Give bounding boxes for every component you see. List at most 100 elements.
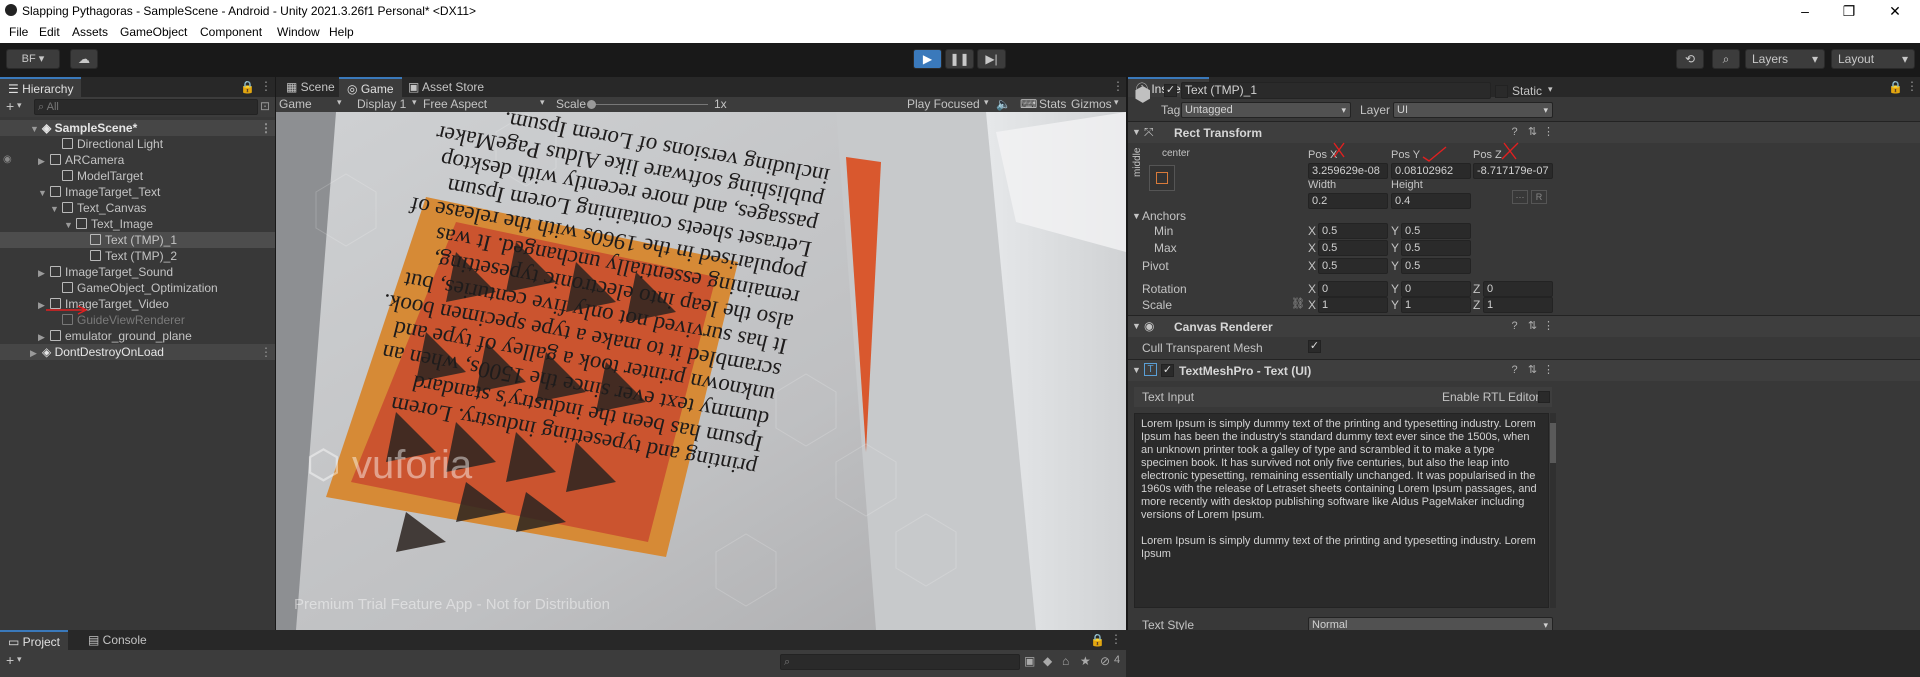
blueprint-mode-button[interactable]: ⋯ <box>1512 190 1528 204</box>
display-dropdown[interactable]: Display 1 <box>357 97 406 111</box>
text-input-area[interactable]: Lorem Ipsum is simply dummy text of the … <box>1134 413 1549 608</box>
minimize-button[interactable]: – <box>1782 0 1828 22</box>
project-search-input[interactable]: ⌕ <box>780 654 1020 670</box>
list-item-disabled[interactable]: GuideViewRenderer <box>0 312 275 328</box>
list-item[interactable]: ▼ Text_Canvas <box>0 200 275 216</box>
filter-label-icon[interactable]: ◆ <box>1043 654 1052 668</box>
lock-icon[interactable]: 🔒 <box>1090 633 1105 647</box>
pause-button[interactable]: ❚❚ <box>945 49 974 69</box>
layers-dropdown[interactable]: Layers ▾ <box>1745 49 1825 69</box>
help-icon[interactable]: ? <box>1508 126 1521 139</box>
scale-x-field[interactable]: 1 <box>1318 297 1388 313</box>
play-button[interactable]: ▶ <box>913 49 942 69</box>
width-field[interactable]: 0.2 <box>1308 193 1388 209</box>
anchor-max-y-field[interactable]: 0.5 <box>1401 240 1471 256</box>
keyboard-icon[interactable]: ⌨ <box>1020 97 1037 111</box>
lock-icon[interactable]: 🔒 <box>240 80 255 94</box>
hierarchy-search-input[interactable]: ⌕ All <box>34 99 258 115</box>
help-icon[interactable]: ? <box>1508 364 1521 377</box>
tab-game[interactable]: ◎ Game <box>339 77 402 97</box>
rotation-z-field[interactable]: 0 <box>1483 281 1553 297</box>
tmp-header[interactable]: ▼ T ✓ TextMeshPro - Text (UI) ? ⇅ ⋮ <box>1128 359 1920 381</box>
menu-gameobject[interactable]: GameObject <box>120 25 187 39</box>
pivot-y-field[interactable]: 0.5 <box>1401 258 1471 274</box>
expand-arrow-icon[interactable]: ▼ <box>30 121 42 137</box>
list-item[interactable]: ◉ ▶ ARCamera <box>0 152 275 168</box>
menu-assets[interactable]: Assets <box>72 25 108 39</box>
layer-dropdown[interactable]: UI ▾ <box>1393 102 1553 118</box>
more-options-icon[interactable]: ⋮ <box>1542 126 1555 139</box>
mute-audio-icon[interactable]: 🔈 <box>996 97 1011 111</box>
menu-component[interactable]: Component <box>200 25 262 39</box>
list-item[interactable]: ▼ Text_Image <box>0 216 275 232</box>
more-options-icon[interactable]: ⋮ <box>1906 79 1918 93</box>
anchor-min-y-field[interactable]: 0.5 <box>1401 223 1471 239</box>
scrollbar-thumb[interactable] <box>1550 423 1556 463</box>
scene-visibility-icon[interactable]: ⊡ <box>260 99 270 113</box>
search-button[interactable]: ⌕ <box>1712 49 1740 69</box>
chevron-down-icon[interactable]: ▾ <box>1548 84 1553 95</box>
history-button[interactable]: ⟲ <box>1676 49 1704 69</box>
link-icon[interactable]: ⛓ <box>1291 297 1305 310</box>
expand-arrow-icon[interactable]: ▶ <box>38 153 50 169</box>
menu-help[interactable]: Help <box>329 25 354 39</box>
scale-y-field[interactable]: 1 <box>1401 297 1471 313</box>
text-input-scrollbar[interactable] <box>1550 413 1556 608</box>
preset-icon[interactable]: ⇅ <box>1526 320 1539 333</box>
account-dropdown[interactable]: BF ▾ <box>6 49 60 69</box>
menu-file[interactable]: File <box>9 25 28 39</box>
rotation-x-field[interactable]: 0 <box>1318 281 1388 297</box>
raw-edit-button[interactable]: R <box>1531 190 1547 204</box>
expand-arrow-icon[interactable]: ▶ <box>38 329 50 345</box>
tab-console[interactable]: ▤ Console <box>80 630 155 650</box>
close-button[interactable]: ✕ <box>1872 0 1918 22</box>
more-options-icon[interactable]: ⋮ <box>1542 320 1555 333</box>
step-button[interactable]: ▶| <box>977 49 1006 69</box>
expand-arrow-icon[interactable]: ▼ <box>1132 127 1141 137</box>
list-item[interactable]: GameObject_Optimization <box>0 280 275 296</box>
chevron-down-icon[interactable]: ▾ <box>17 654 22 665</box>
aspect-dropdown[interactable]: Free Aspect <box>423 97 487 111</box>
scale-slider[interactable] <box>588 104 708 105</box>
more-options-icon[interactable]: ⋮ <box>1110 632 1122 646</box>
expand-arrow-icon[interactable]: ▼ <box>64 217 76 233</box>
expand-arrow-icon[interactable]: ▼ <box>1132 365 1141 375</box>
add-icon[interactable]: + <box>6 98 14 114</box>
scale-slider-handle[interactable] <box>587 100 596 109</box>
rotation-y-field[interactable]: 0 <box>1401 281 1471 297</box>
tag-icon[interactable]: ⌂ <box>1062 654 1069 668</box>
hidden-packages-icon[interactable]: ⊘ <box>1100 654 1110 668</box>
list-item[interactable]: ▶ ImageTarget_Video <box>0 296 275 312</box>
lock-icon[interactable]: 🔒 <box>1888 80 1903 94</box>
cloud-button[interactable]: ☁ <box>70 49 98 69</box>
game-mode-dropdown[interactable]: Game <box>279 97 312 111</box>
tab-project[interactable]: ▭ Project <box>0 630 69 650</box>
scale-z-field[interactable]: 1 <box>1483 297 1553 313</box>
preset-icon[interactable]: ⇅ <box>1526 364 1539 377</box>
more-options-icon[interactable]: ⋮ <box>260 120 272 136</box>
anchor-max-x-field[interactable]: 0.5 <box>1318 240 1388 256</box>
favorite-icon[interactable]: ★ <box>1080 654 1091 668</box>
tab-hierarchy[interactable]: ☰ Hierarchy <box>0 77 82 97</box>
gizmos-button[interactable]: Gizmos <box>1071 97 1112 111</box>
list-item[interactable]: ▶ emulator_ground_plane <box>0 328 275 344</box>
tab-scene[interactable]: ▦ Scene <box>278 77 343 97</box>
help-icon[interactable]: ? <box>1508 320 1521 333</box>
scene-row[interactable]: ▶ ◈ DontDestroyOnLoad ⋮ <box>0 344 275 360</box>
filter-type-icon[interactable]: ▣ <box>1024 654 1035 668</box>
more-options-icon[interactable]: ⋮ <box>260 344 272 360</box>
visibility-eye-icon[interactable]: ◉ <box>3 152 12 168</box>
stats-button[interactable]: Stats <box>1039 97 1066 111</box>
more-options-icon[interactable]: ⋮ <box>1542 364 1555 377</box>
more-options-icon[interactable]: ⋮ <box>260 79 272 93</box>
height-field[interactable]: 0.4 <box>1391 193 1471 209</box>
menu-edit[interactable]: Edit <box>39 25 60 39</box>
list-item[interactable]: Directional Light <box>0 136 275 152</box>
expand-arrow-icon[interactable]: ▼ <box>1132 321 1141 331</box>
more-options-icon[interactable]: ⋮ <box>1112 79 1124 93</box>
play-mode-dropdown[interactable]: Play Focused <box>907 97 980 111</box>
list-item-selected[interactable]: Text (TMP)_1 <box>0 232 275 248</box>
scene-row[interactable]: ▼ ◈ SampleScene* ⋮ <box>0 120 275 136</box>
expand-arrow-icon[interactable]: ▶ <box>38 265 50 281</box>
list-item[interactable]: ModelTarget <box>0 168 275 184</box>
